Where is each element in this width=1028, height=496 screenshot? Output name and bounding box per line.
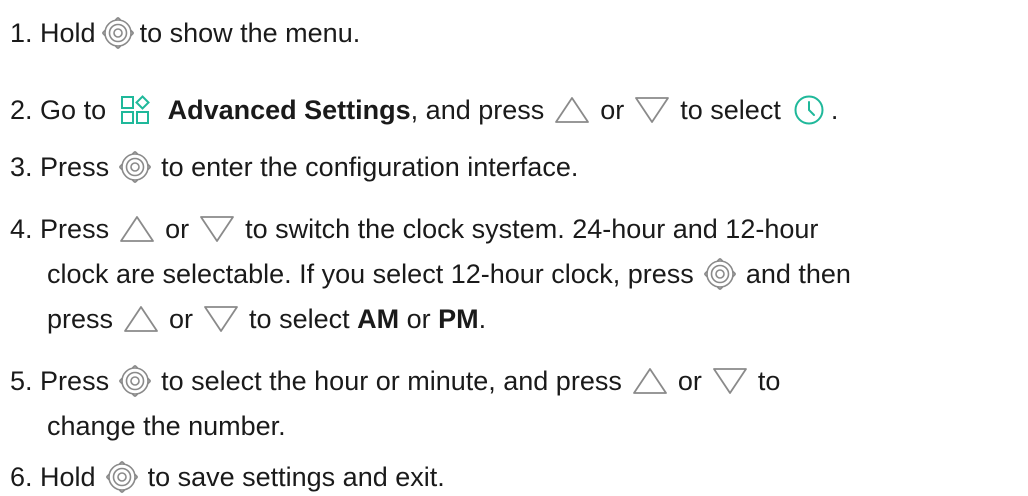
- step-2: 2. Go to Advanced Settings , and press o…: [10, 94, 838, 126]
- down-triangle-icon: [712, 365, 748, 397]
- step-text: to enter the configuration interface.: [161, 152, 579, 182]
- step-text: to switch the clock system. 24-hour and …: [245, 214, 819, 244]
- am-label: AM: [357, 304, 400, 334]
- or-text: or: [600, 95, 625, 125]
- step-text: Go to: [40, 95, 107, 125]
- step-text: to select: [680, 95, 781, 125]
- step-number: 5.: [10, 366, 33, 396]
- step-number: 1.: [10, 18, 33, 48]
- up-triangle-icon: [119, 213, 155, 245]
- up-triangle-icon: [123, 303, 159, 335]
- step-text: .: [830, 95, 839, 125]
- step-4: 4. Press or to switch the clock system. …: [10, 213, 818, 245]
- up-triangle-icon: [554, 94, 590, 126]
- down-triangle-icon: [199, 213, 235, 245]
- step-6: 6. Hold to save settings and exit.: [10, 461, 445, 493]
- ok-button-icon: [119, 365, 152, 397]
- ok-button-icon: [119, 151, 152, 183]
- step-text: change the number.: [47, 411, 286, 441]
- advanced-settings-icon: [120, 95, 150, 125]
- step-number: 4.: [10, 214, 33, 244]
- step-text: to save settings and exit.: [147, 462, 445, 492]
- step-text: to select: [249, 304, 350, 334]
- step-text: or: [406, 304, 431, 334]
- step-4-line-3: press or to select AM or PM .: [47, 303, 486, 335]
- step-number: 3.: [10, 152, 33, 182]
- step-text: Hold: [40, 18, 96, 48]
- step-text: , and press: [410, 95, 545, 125]
- step-1: 1. Hold to show the menu.: [10, 17, 360, 49]
- instruction-steps: 1. Hold to show the menu. 2. Go to Advan…: [0, 0, 1028, 496]
- ok-button-icon: [101, 17, 134, 49]
- or-text: or: [165, 214, 190, 244]
- step-text: to select the hour or minute, and press: [161, 366, 622, 396]
- step-text: Press: [40, 152, 110, 182]
- advanced-settings-label: Advanced Settings: [167, 95, 411, 125]
- step-number: 2.: [10, 95, 33, 125]
- step-text: Press: [40, 214, 110, 244]
- ok-button-icon: [105, 461, 138, 493]
- step-text: to show the menu.: [139, 18, 361, 48]
- ok-button-icon: [703, 258, 736, 290]
- step-text: Press: [40, 366, 110, 396]
- step-3: 3. Press to enter the configuration inte…: [10, 151, 578, 183]
- step-text: Hold: [40, 462, 96, 492]
- pm-label: PM: [438, 304, 479, 334]
- step-4-line-2: clock are selectable. If you select 12-h…: [47, 258, 851, 290]
- or-text: or: [677, 366, 702, 396]
- or-text: or: [169, 304, 194, 334]
- step-5: 5. Press to select the hour or minute, a…: [10, 365, 780, 397]
- down-triangle-icon: [203, 303, 239, 335]
- down-triangle-icon: [634, 94, 670, 126]
- step-text: to: [757, 366, 781, 396]
- step-text: clock are selectable. If you select 12-h…: [47, 259, 694, 289]
- step-text: press: [47, 304, 114, 334]
- up-triangle-icon: [632, 365, 668, 397]
- step-text: and then: [745, 259, 851, 289]
- step-number: 6.: [10, 462, 33, 492]
- clock-icon: [793, 94, 825, 126]
- step-5-line-2: change the number.: [47, 410, 286, 442]
- step-text: .: [478, 304, 487, 334]
